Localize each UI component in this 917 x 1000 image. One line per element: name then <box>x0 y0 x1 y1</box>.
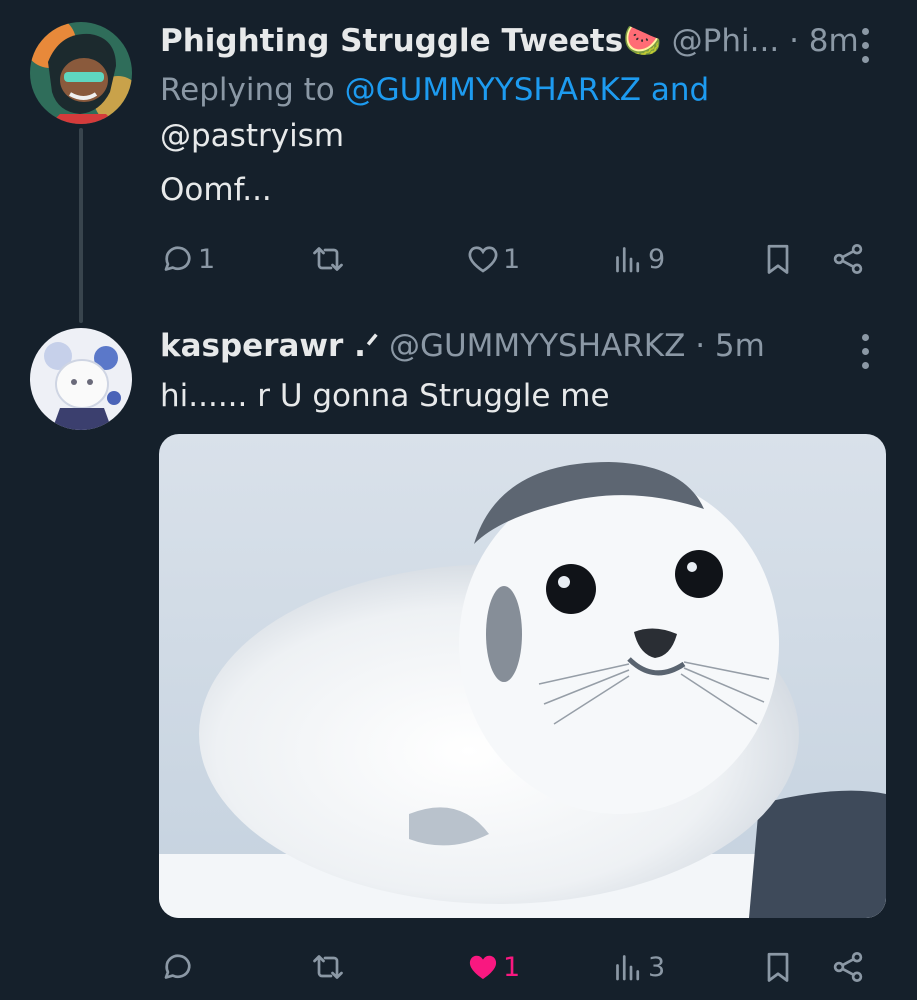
like-button-active[interactable]: 1 <box>465 947 520 987</box>
handle[interactable]: @GUMMYYSHARKZ <box>389 328 685 364</box>
views-count: 9 <box>648 243 666 275</box>
display-name[interactable]: kasperawr .ᐟ <box>160 328 379 364</box>
bookmark-icon <box>767 244 789 274</box>
like-icon-filled <box>469 955 497 979</box>
views-button[interactable]: 3 <box>610 947 665 987</box>
share-button[interactable] <box>830 239 866 279</box>
replying-user-2[interactable]: @pastryism <box>160 118 344 154</box>
views-count: 3 <box>648 951 666 983</box>
replying-prefix: Replying to <box>160 72 335 108</box>
timestamp[interactable]: · 5m <box>695 328 765 364</box>
share-icon <box>833 244 863 274</box>
replying-users[interactable]: @GUMMYYSHARKZ and <box>345 72 710 108</box>
tweet-1-header: Phighting Struggle Tweets🍉 @Phi... · 8m <box>160 22 859 59</box>
like-count: 1 <box>503 243 521 275</box>
more-icon[interactable] <box>853 334 877 369</box>
views-icon <box>616 247 640 273</box>
tweet-2[interactable]: kasperawr .ᐟ @GUMMYYSHARKZ · 5m hi......… <box>0 320 917 1000</box>
tweet-1[interactable]: Phighting Struggle Tweets🍉 @Phi... · 8m … <box>0 0 917 323</box>
display-name[interactable]: Phighting Struggle Tweets <box>160 23 623 59</box>
tweet-2-actions: 1 3 <box>160 947 880 987</box>
avatar-illustration <box>30 22 132 124</box>
bookmark-button[interactable] <box>760 239 796 279</box>
tweet-2-text: hi...... r U gonna Struggle me <box>160 378 610 414</box>
tweet-1-actions: 1 1 9 <box>160 239 880 279</box>
bookmark-icon <box>767 952 789 982</box>
retweet-icon <box>313 247 343 271</box>
watermelon-emoji: 🍉 <box>623 23 662 59</box>
avatar-illustration <box>30 328 132 430</box>
bookmark-button[interactable] <box>760 947 796 987</box>
like-count: 1 <box>503 951 521 983</box>
reply-icon <box>164 246 191 271</box>
share-button[interactable] <box>830 947 866 987</box>
seal-image <box>159 434 886 918</box>
avatar-phighting[interactable] <box>30 22 132 124</box>
share-icon <box>833 952 863 982</box>
tweet-1-text: Oomf... <box>160 172 272 208</box>
more-icon[interactable] <box>853 28 877 63</box>
tweet-2-header: kasperawr .ᐟ @GUMMYYSHARKZ · 5m <box>160 328 765 364</box>
reply-count: 1 <box>198 243 216 275</box>
reply-icon <box>164 954 191 979</box>
thread-line <box>79 128 83 323</box>
reply-button[interactable] <box>160 947 198 987</box>
views-button[interactable]: 9 <box>610 239 665 279</box>
retweet-icon <box>313 955 343 979</box>
replying-to: Replying to @GUMMYYSHARKZ and <box>160 72 709 108</box>
tweet-media-seal-photo[interactable] <box>159 434 886 918</box>
retweet-button[interactable] <box>310 239 348 279</box>
retweet-button[interactable] <box>310 947 348 987</box>
reply-button[interactable]: 1 <box>160 239 215 279</box>
avatar-kasperawr[interactable] <box>30 328 132 430</box>
handle[interactable]: @Phi... <box>672 23 780 59</box>
timestamp[interactable]: · 8m <box>789 23 859 59</box>
views-icon <box>616 955 640 981</box>
like-button[interactable]: 1 <box>465 239 520 279</box>
like-icon <box>468 246 498 273</box>
